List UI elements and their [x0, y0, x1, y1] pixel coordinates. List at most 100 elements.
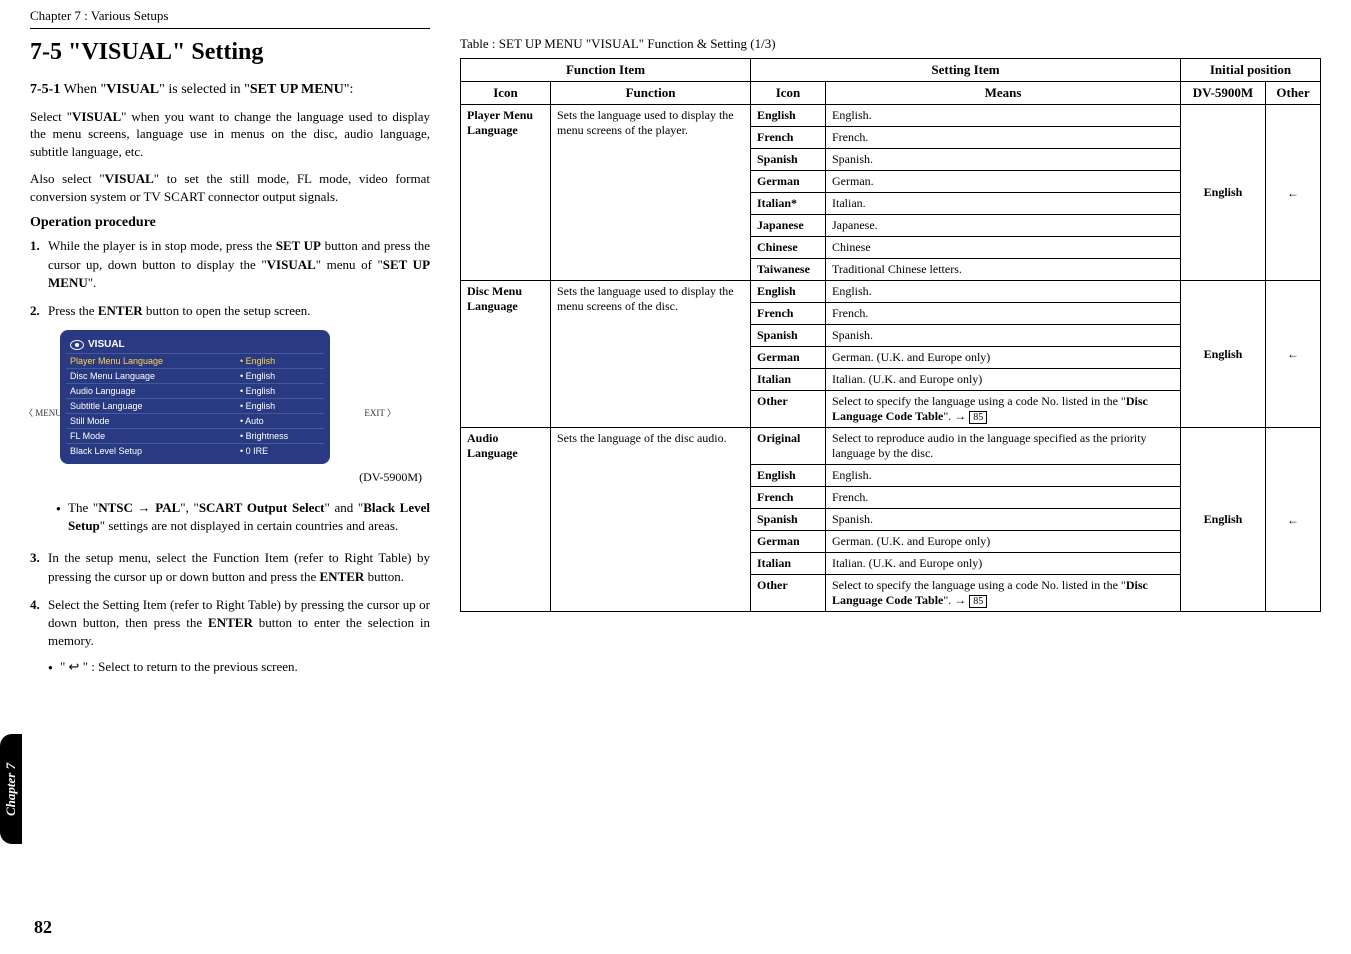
keyword: ENTER: [98, 303, 143, 318]
cell-means: French.: [826, 127, 1181, 149]
osd-menu-arrow: 〈 MENU: [24, 406, 62, 419]
keyword: VISUAL: [72, 109, 121, 124]
cell-means: French.: [826, 487, 1181, 509]
cell-means: German. (U.K. and Europe only): [826, 347, 1181, 369]
chapter-header: Chapter 7 : Various Setups: [30, 8, 430, 24]
cell-means: French.: [826, 303, 1181, 325]
paragraph: Also select "VISUAL" to set the still mo…: [30, 170, 430, 205]
step-1: 1. While the player is in stop mode, pre…: [30, 237, 430, 292]
osd-row-value: • English: [240, 401, 320, 411]
th-icon: Icon: [461, 82, 551, 105]
subsection-text: " is selected in ": [159, 82, 250, 97]
osd-row-value: • English: [240, 356, 320, 366]
cell-means: Chinese: [826, 237, 1181, 259]
text: The ": [68, 500, 98, 515]
osd-row-label: Black Level Setup: [70, 446, 240, 456]
osd-row-value: • Brightness: [240, 431, 320, 441]
cell-initial-position: English: [1181, 105, 1266, 281]
table-row: Audio LanguageSets the language of the d…: [461, 428, 1321, 465]
cell-means: English.: [826, 105, 1181, 127]
cell-means: Italian. (U.K. and Europe only): [826, 369, 1181, 391]
cell-means: Traditional Chinese letters.: [826, 259, 1181, 281]
text: " menu of ": [316, 257, 383, 272]
th-initial-position: Initial position: [1181, 59, 1321, 82]
subsection-text: When ": [64, 82, 107, 97]
osd-title: VISUAL: [66, 336, 324, 353]
cell-means: Select to reproduce audio in the languag…: [826, 428, 1181, 465]
text: button to open the setup screen.: [143, 303, 311, 318]
keyword: ENTER: [320, 569, 365, 584]
subsection-kw2: SET UP MENU: [250, 82, 344, 97]
text: While the player is in stop mode, press …: [48, 238, 276, 253]
th-setting-icon: Icon: [751, 82, 826, 105]
step-3: 3. In the setup menu, select the Functio…: [30, 549, 430, 585]
cell-means: English.: [826, 281, 1181, 303]
step-2: 2. Press the ENTER button to open the se…: [30, 302, 430, 320]
subsection-number: 7-5-1: [30, 82, 60, 97]
cell-setting-icon: Other: [751, 391, 826, 428]
osd-row: Player Menu Language• English: [66, 353, 324, 368]
eye-icon: [70, 340, 84, 350]
operation-procedure-heading: Operation procedure: [30, 215, 430, 231]
osd-screenshot: 〈 MENU EXIT 〉 VISUAL Player Menu Languag…: [60, 330, 430, 485]
chapter-tab: Chapter 7: [0, 734, 22, 844]
cell-means: Italian. (U.K. and Europe only): [826, 553, 1181, 575]
th-dv5900m: DV-5900M: [1181, 82, 1266, 105]
cell-other: ←: [1266, 428, 1321, 612]
osd-row: Audio Language• English: [66, 383, 324, 398]
osd-row: Subtitle Language• English: [66, 398, 324, 413]
keyword: ENTER: [208, 615, 253, 630]
cell-function-icon: Player Menu Language: [461, 105, 551, 281]
th-function: Function: [551, 82, 751, 105]
section-number: 7-5: [30, 39, 62, 65]
osd-row-label: Player Menu Language: [70, 356, 240, 366]
osd-row-value: • English: [240, 371, 320, 381]
cell-means: Spanish.: [826, 509, 1181, 531]
keyword: SCART Output Select: [199, 500, 325, 515]
text: ".: [88, 275, 97, 290]
page-ref-icon: 85: [969, 595, 987, 608]
subsection-kw1: VISUAL: [106, 82, 159, 97]
cell-means: Select to specify the language using a c…: [826, 575, 1181, 612]
cell-initial-position: English: [1181, 281, 1266, 428]
th-setting-item: Setting Item: [751, 59, 1181, 82]
cell-other: ←: [1266, 105, 1321, 281]
cell-function-icon: Audio Language: [461, 428, 551, 612]
cell-setting-icon: German: [751, 531, 826, 553]
cell-means: Spanish.: [826, 325, 1181, 347]
cell-setting-icon: Spanish: [751, 325, 826, 347]
keyword: VISUAL: [267, 257, 316, 272]
paragraph: Select "VISUAL" when you want to change …: [30, 108, 430, 161]
osd-rows: Player Menu Language• EnglishDisc Menu L…: [66, 353, 324, 458]
osd-exit-arrow: EXIT 〉: [364, 406, 396, 419]
text: " and ": [324, 500, 363, 515]
cell-setting-icon: Japanese: [751, 215, 826, 237]
step-4-bullet: " ↩ " : Select to return to the previous…: [48, 658, 430, 676]
cell-setting-icon: Spanish: [751, 149, 826, 171]
th-means: Means: [826, 82, 1181, 105]
osd-row: Disc Menu Language• English: [66, 368, 324, 383]
cell-means: English.: [826, 465, 1181, 487]
cell-setting-icon: Other: [751, 575, 826, 612]
osd-panel: VISUAL Player Menu Language• EnglishDisc…: [60, 330, 330, 464]
cell-setting-icon: English: [751, 105, 826, 127]
cell-function: Sets the language used to display the me…: [551, 281, 751, 428]
osd-row-label: Disc Menu Language: [70, 371, 240, 381]
cell-function: Sets the language of the disc audio.: [551, 428, 751, 612]
cell-other: ←: [1266, 281, 1321, 428]
cell-means: German. (U.K. and Europe only): [826, 531, 1181, 553]
table-row: Player Menu LanguageSets the language us…: [461, 105, 1321, 127]
steps-list: 1. While the player is in stop mode, pre…: [30, 237, 430, 320]
th-other: Other: [1266, 82, 1321, 105]
cell-means: Spanish.: [826, 149, 1181, 171]
table-row: Disc Menu LanguageSets the language used…: [461, 281, 1321, 303]
step-4: 4. Select the Setting Item (refer to Rig…: [30, 596, 430, 677]
step-number: 3.: [30, 549, 40, 567]
cell-setting-icon: Italian: [751, 369, 826, 391]
cell-setting-icon: English: [751, 281, 826, 303]
text: VISUAL: [88, 339, 125, 350]
setup-table: Function Item Setting Item Initial posit…: [460, 58, 1321, 612]
cell-initial-position: English: [1181, 428, 1266, 612]
cell-setting-icon: German: [751, 347, 826, 369]
table-caption: Table : SET UP MENU "VISUAL" Function & …: [460, 36, 1321, 52]
